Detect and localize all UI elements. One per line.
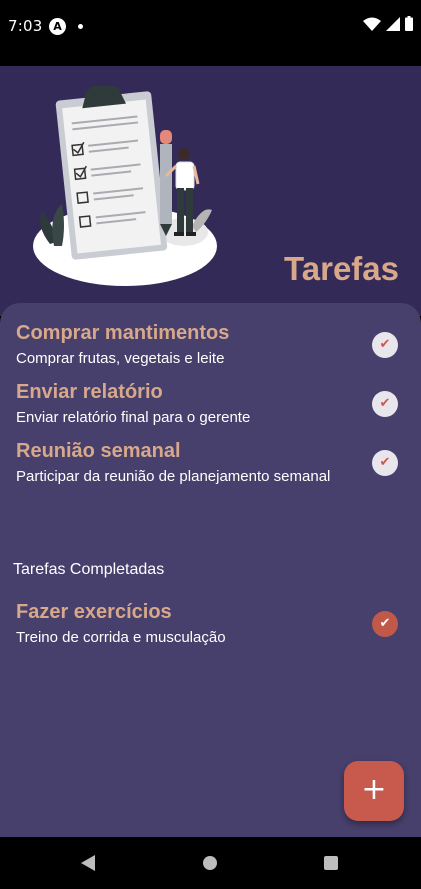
plus-icon: + bbox=[361, 772, 387, 807]
task-item[interactable]: Enviar relatório Enviar relatório final … bbox=[16, 381, 406, 433]
task-title: Comprar mantimentos bbox=[16, 322, 230, 344]
battery-icon bbox=[405, 16, 413, 31]
back-triangle-icon[interactable] bbox=[80, 855, 96, 871]
task-title: Reunião semanal bbox=[16, 440, 181, 462]
cell-signal-icon bbox=[386, 16, 400, 31]
page-title: Tarefas bbox=[284, 250, 399, 287]
status-time: 7:03 bbox=[8, 17, 43, 35]
status-icons bbox=[363, 16, 413, 31]
task-description: Comprar frutas, vegetais e leite bbox=[16, 350, 225, 367]
check-icon[interactable]: ✔ bbox=[372, 332, 398, 358]
task-description: Treino de corrida e musculação bbox=[16, 629, 226, 646]
task-description: Enviar relatório final para o gerente bbox=[16, 409, 251, 426]
task-checklist-illustration bbox=[33, 86, 217, 286]
wifi-icon bbox=[363, 17, 381, 31]
task-description: Participar da reunião de planejamento se… bbox=[16, 468, 331, 485]
status-bar: 7:03 A bbox=[0, 0, 421, 66]
task-item[interactable]: Comprar mantimentos Comprar frutas, vege… bbox=[16, 322, 406, 374]
add-task-button[interactable]: + bbox=[344, 761, 404, 821]
check-icon[interactable]: ✔ bbox=[372, 391, 398, 417]
check-icon[interactable]: ✔ bbox=[372, 450, 398, 476]
task-title: Fazer exercícios bbox=[16, 601, 172, 623]
task-item[interactable]: Reunião semanal Participar da reunião de… bbox=[16, 440, 406, 492]
completed-task-item[interactable]: Fazer exercícios Treino de corrida e mus… bbox=[16, 601, 406, 653]
app-notification-icon: A bbox=[49, 18, 66, 35]
completed-section-heading: Tarefas Completadas bbox=[13, 561, 165, 578]
check-icon[interactable]: ✔ bbox=[372, 611, 398, 637]
recent-square-icon[interactable] bbox=[324, 856, 338, 870]
notification-dot-icon bbox=[78, 24, 83, 29]
home-circle-icon[interactable] bbox=[203, 856, 217, 870]
task-title: Enviar relatório bbox=[16, 381, 163, 403]
